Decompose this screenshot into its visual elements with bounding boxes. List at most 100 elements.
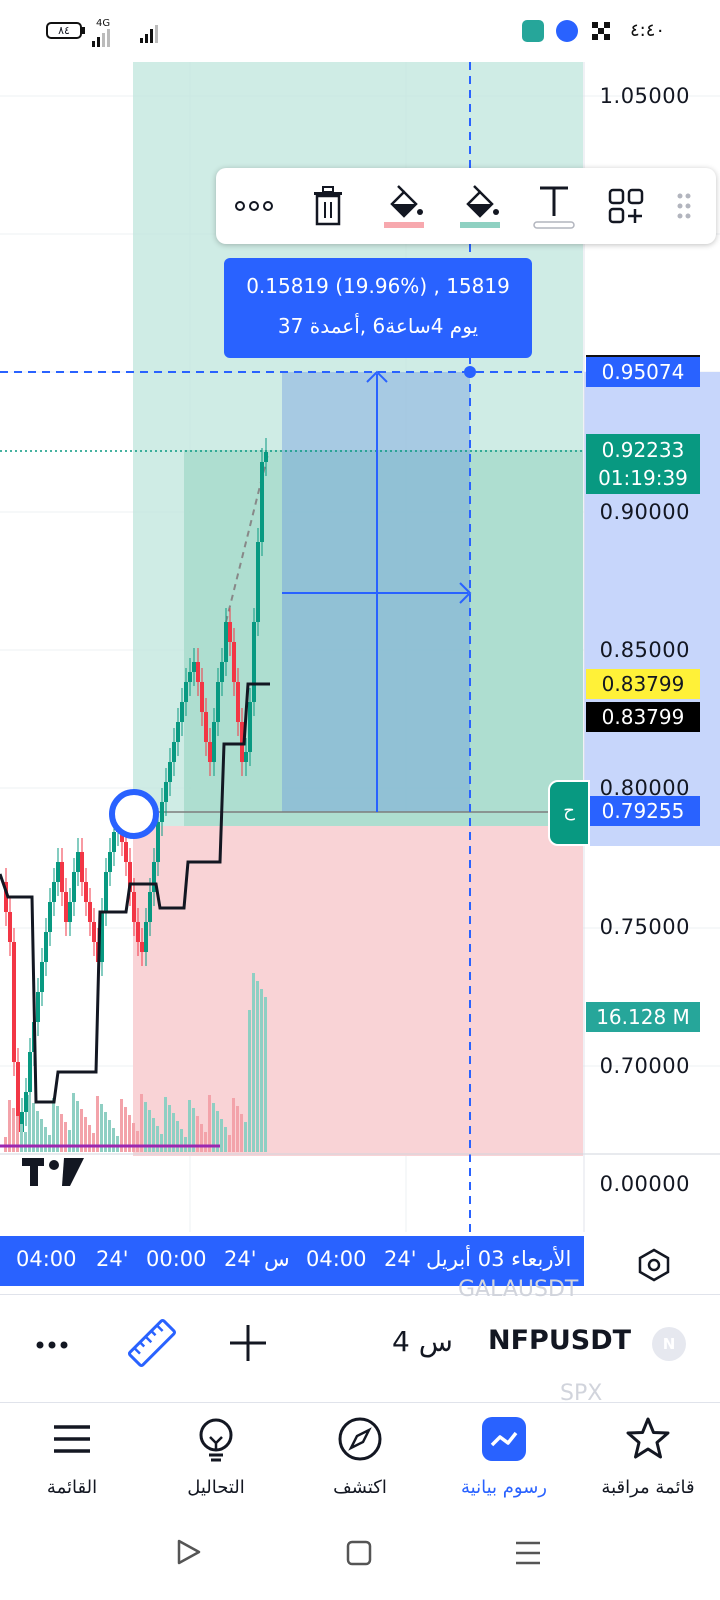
nav-explore[interactable]: اكتشف <box>288 1403 432 1513</box>
volume-bar <box>28 1095 31 1152</box>
volume-bar <box>180 1129 183 1152</box>
candle-body <box>52 882 56 902</box>
symbol-badge: N <box>652 1327 686 1361</box>
volume-bar <box>224 1127 227 1152</box>
candle-body <box>48 902 52 932</box>
last-price-tag: 0.92233 01:19:39 <box>586 434 700 494</box>
black-level-tag: 0.83799 <box>586 702 700 732</box>
nav-ideas[interactable]: التحاليل <box>144 1403 288 1513</box>
candle-body <box>144 922 148 952</box>
candle-body <box>168 762 172 782</box>
volume-bar <box>92 1133 95 1152</box>
volume-bar <box>8 1100 11 1152</box>
candle-body <box>40 962 44 992</box>
volume-bar <box>76 1101 79 1152</box>
text-icon[interactable] <box>526 178 582 234</box>
interval-selector[interactable]: س 4 <box>384 1325 453 1365</box>
candle-body <box>72 872 76 902</box>
recents-icon[interactable] <box>514 1540 542 1570</box>
nav-menu[interactable]: القائمة <box>0 1403 144 1513</box>
measure-top-price-tag: 0.95074 <box>586 355 700 387</box>
add-template-icon[interactable] <box>598 178 654 234</box>
measure-time-range: يوم 4ساعة6 ,أعمدة 37 <box>277 314 479 338</box>
app-notification-icon <box>522 20 544 42</box>
volume-bar <box>52 1098 55 1152</box>
more-options-button[interactable] <box>32 1323 76 1367</box>
symbol-bar: GALAUSDT SPX س 4 NFPUSDT N <box>0 1277 720 1406</box>
volume-bar <box>240 1114 243 1152</box>
star-icon <box>624 1415 672 1463</box>
candle-body <box>36 992 40 1022</box>
volume-bar <box>264 997 267 1152</box>
side-panel-handle[interactable]: ح <box>548 780 590 846</box>
trash-icon[interactable] <box>300 178 356 234</box>
candle-body <box>176 722 180 742</box>
chart-icon <box>480 1415 528 1463</box>
price-label: 0.90000 <box>599 500 690 524</box>
candle-body <box>60 862 64 892</box>
price-label: 0.70000 <box>599 1054 690 1078</box>
idea-icon <box>192 1415 240 1463</box>
volume-bar <box>260 989 263 1152</box>
candle-body <box>180 702 184 722</box>
symbol-name[interactable]: NFPUSDT <box>488 1325 631 1356</box>
position-handle[interactable] <box>109 789 159 839</box>
interval-unit: س <box>418 1325 453 1358</box>
nav-label: القائمة <box>46 1477 98 1498</box>
candle-body <box>68 902 72 922</box>
signal-bars-icon <box>140 24 170 44</box>
more-icon[interactable] <box>226 178 282 234</box>
candle-body <box>24 1092 28 1112</box>
measure-anchor-point[interactable] <box>464 366 476 378</box>
tradingview-logo <box>22 1158 86 1192</box>
loss-zone[interactable] <box>133 826 583 1156</box>
volume-bar <box>88 1125 91 1152</box>
nav-label: قائمة مراقبة <box>601 1477 695 1498</box>
candle-body <box>260 462 264 542</box>
candle-body <box>196 662 200 682</box>
candle-body <box>232 642 236 682</box>
ruler-icon[interactable] <box>126 1317 178 1369</box>
candle-body <box>64 892 68 922</box>
back-icon[interactable] <box>174 1538 202 1570</box>
volume-bar <box>164 1097 167 1152</box>
candle-body <box>92 922 96 942</box>
home-icon[interactable] <box>346 1540 372 1570</box>
candle-body <box>112 832 116 852</box>
candle-body <box>208 742 212 762</box>
candle-body <box>248 702 252 752</box>
nav-charts[interactable]: رسوم بيانية <box>432 1403 576 1513</box>
time-label-selected-date: الأربعاء 03 أبريل <box>426 1247 572 1271</box>
candle-body <box>80 852 84 882</box>
volume-bar <box>112 1128 115 1152</box>
chart-settings-icon[interactable] <box>632 1244 676 1284</box>
fill-color-icon[interactable] <box>376 178 432 234</box>
add-icon[interactable] <box>226 1321 270 1365</box>
candle-body <box>8 912 12 942</box>
price-label: 1.05000 <box>599 84 690 108</box>
drag-handle-icon[interactable] <box>664 178 704 234</box>
volume-bar <box>140 1094 143 1152</box>
volume-bar <box>48 1135 51 1152</box>
volume-bar <box>96 1096 99 1152</box>
nav-watchlist[interactable]: قائمة مراقبة <box>576 1403 720 1513</box>
fill-color-icon[interactable] <box>452 178 508 234</box>
volume-bar <box>232 1098 235 1152</box>
price-label: 0.75000 <box>599 915 690 939</box>
volume-bar <box>156 1126 159 1152</box>
volume-bar <box>24 1132 27 1152</box>
time-label: 04:00 <box>16 1247 77 1271</box>
candle-body <box>228 622 232 642</box>
candle-body <box>224 622 228 662</box>
time-label: س <box>264 1247 290 1271</box>
interval-value: 4 <box>392 1325 410 1358</box>
candle-body <box>28 1052 32 1092</box>
volume-bar <box>72 1093 75 1152</box>
candle-body <box>56 862 60 882</box>
measure-bottom-price-tag: 0.79255 <box>586 796 700 826</box>
volume-bar <box>120 1099 123 1152</box>
candle-body <box>108 852 112 872</box>
chart-area[interactable]: 1.05000 0.90000 0.85000 0.80000 0.75000 … <box>0 62 720 1292</box>
battery-icon: ٨٤ <box>46 22 82 39</box>
nav-label: التحاليل <box>187 1477 245 1498</box>
